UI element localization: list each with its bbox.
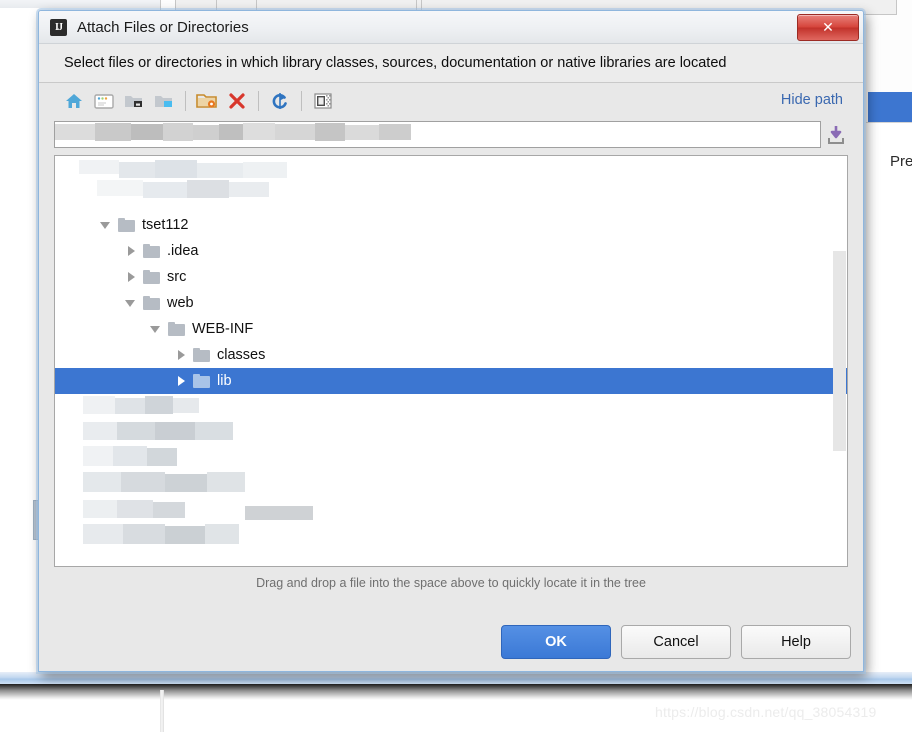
- tree-row-label: tset112: [142, 217, 189, 233]
- dialog-title: Attach Files or Directories: [77, 18, 249, 36]
- ok-button[interactable]: OK: [501, 625, 611, 659]
- tree-row[interactable]: src: [55, 264, 847, 290]
- bg-bottom-shadow: [0, 684, 912, 700]
- tree-row[interactable]: tset112: [55, 212, 847, 238]
- home-icon[interactable]: [59, 87, 89, 115]
- redacted-path: [55, 122, 415, 147]
- bg-partial-label: Pre: [890, 153, 912, 170]
- tree-row[interactable]: web: [55, 290, 847, 316]
- path-history-icon[interactable]: [824, 121, 848, 148]
- tree-scrollbar[interactable]: [833, 251, 846, 451]
- drag-drop-hint: Drag and drop a file into the space abov…: [256, 576, 646, 590]
- project-folder-icon[interactable]: [119, 87, 149, 115]
- tree-row-label: classes: [217, 347, 266, 363]
- tree-row[interactable]: classes: [55, 342, 847, 368]
- module-folder-icon[interactable]: [149, 87, 179, 115]
- folder-icon: [193, 348, 210, 362]
- folder-icon: [193, 374, 210, 388]
- chevron-right-icon[interactable]: [123, 243, 139, 259]
- tree-row[interactable]: lib: [55, 368, 847, 394]
- tree-row-label: lib: [217, 373, 232, 389]
- folder-icon: [168, 322, 185, 336]
- chevron-right-icon[interactable]: [173, 347, 189, 363]
- hide-path-link[interactable]: Hide path: [781, 92, 843, 108]
- chevron-right-icon[interactable]: [123, 269, 139, 285]
- chevron-right-icon[interactable]: [173, 373, 189, 389]
- tree-rows: tset112 .idea src web WEB-INF classes lib: [55, 212, 847, 394]
- tree-row-label: src: [167, 269, 187, 285]
- bg-highlight-bar: [868, 92, 912, 122]
- desktop-icon[interactable]: [89, 87, 119, 115]
- folder-icon: [143, 296, 160, 310]
- new-folder-icon[interactable]: [192, 87, 222, 115]
- tree-row-label: WEB-INF: [192, 321, 254, 337]
- bg-right-panel: [866, 122, 912, 683]
- path-row: [54, 121, 848, 148]
- tree-row-label: web: [167, 295, 194, 311]
- chevron-down-icon[interactable]: [123, 295, 139, 311]
- tree-row[interactable]: WEB-INF: [55, 316, 847, 342]
- redacted-tree-filename: [245, 506, 313, 520]
- toolbar-separator: [301, 91, 302, 111]
- bg-vertical-divider: [160, 690, 164, 732]
- file-tree[interactable]: tset112 .idea src web WEB-INF classes lib: [54, 155, 848, 567]
- watermark: https://blog.csdn.net/qq_38054319: [655, 704, 877, 720]
- chevron-down-icon[interactable]: [98, 217, 114, 233]
- attach-files-dialog: IJ Attach Files or Directories ✕ Select …: [38, 10, 864, 672]
- intellij-idea-icon: IJ: [50, 18, 67, 36]
- refresh-icon[interactable]: [265, 87, 295, 115]
- show-hidden-icon[interactable]: [308, 87, 338, 115]
- dialog-titlebar: IJ Attach Files or Directories ✕: [39, 11, 863, 44]
- dialog-body: Hide path tset112 .idea src web WEB-INF …: [39, 83, 863, 590]
- redacted-tree-bottom: [83, 396, 273, 556]
- close-icon[interactable]: ✕: [797, 14, 859, 41]
- file-chooser-toolbar: Hide path: [51, 83, 851, 119]
- redacted-tree-top: [79, 160, 309, 208]
- bg-bottom-band: [0, 672, 912, 684]
- delete-icon[interactable]: [222, 87, 252, 115]
- help-button[interactable]: Help: [741, 625, 851, 659]
- tree-row-label: .idea: [167, 243, 199, 259]
- dialog-subtitle: Select files or directories in which lib…: [39, 44, 863, 83]
- toolbar-separator: [185, 91, 186, 111]
- folder-icon: [143, 270, 160, 284]
- toolbar-separator: [258, 91, 259, 111]
- cancel-button[interactable]: Cancel: [621, 625, 731, 659]
- path-input[interactable]: [54, 121, 821, 148]
- folder-icon: [143, 244, 160, 258]
- tree-row[interactable]: .idea: [55, 238, 847, 264]
- chevron-down-icon[interactable]: [148, 321, 164, 337]
- folder-icon: [118, 218, 135, 232]
- dialog-buttons: OK Cancel Help: [501, 625, 851, 659]
